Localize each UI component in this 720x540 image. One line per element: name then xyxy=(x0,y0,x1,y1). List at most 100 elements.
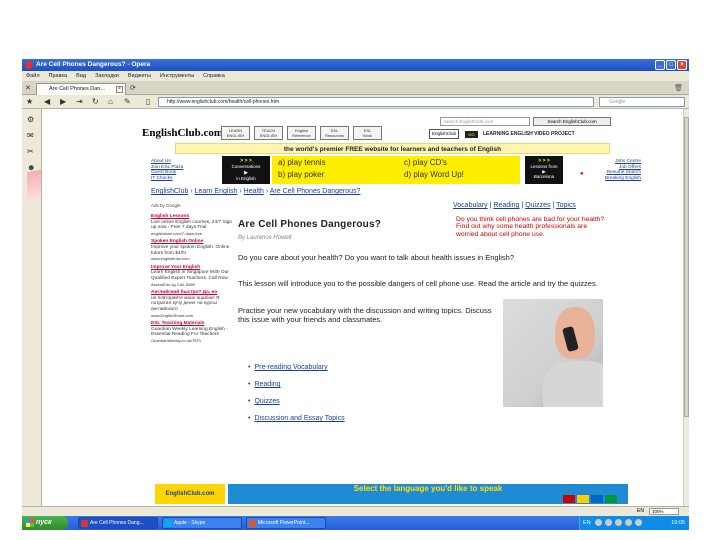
tab-quizzes[interactable]: Quizzes xyxy=(525,202,550,209)
skype-icon xyxy=(165,520,172,527)
forward-icon[interactable]: ▶ xyxy=(60,97,66,106)
menu-item-widgets[interactable]: Виджеты xyxy=(128,71,151,81)
network-icon[interactable] xyxy=(595,519,602,526)
windows-logo-icon xyxy=(26,519,34,527)
edit-icon[interactable]: ✎ xyxy=(124,97,131,106)
google-ad[interactable]: Английский быстро? Да, но не повторяйте … xyxy=(151,290,233,318)
quiz-ad-banner[interactable]: a) play tennis b) play poker c) play CD'… xyxy=(272,156,520,184)
link-breaking-english[interactable]: Breaking English xyxy=(605,176,641,182)
task-label: Microsoft PowerPoint... xyxy=(258,520,310,526)
task-label: Are Cell Phones Dang... xyxy=(90,520,144,526)
article-paragraph-3: Practise your new vocabulary with the di… xyxy=(238,306,492,324)
tab-topics[interactable]: Topics xyxy=(556,202,576,209)
keyboard-language[interactable]: EN xyxy=(583,516,591,530)
tools-panel-icon[interactable]: ✂ xyxy=(27,147,34,156)
nav-esl-work[interactable]: ESL Work xyxy=(353,126,382,140)
reload-icon[interactable]: ↻ xyxy=(92,97,99,106)
star-icon[interactable]: ★ xyxy=(26,97,33,106)
status-language[interactable]: EN xyxy=(637,507,644,516)
ad-url: www.EnglishSmart.com xyxy=(151,312,194,318)
nav-learn-english[interactable]: LEARN ENGLISH xyxy=(221,126,250,140)
tab-separator: | xyxy=(521,202,524,209)
video-project-link[interactable]: LEARNING ENGLISH VIDEO PROJECT xyxy=(483,131,575,137)
link-quizzes[interactable]: Quizzes xyxy=(254,398,279,405)
flag-row xyxy=(563,495,617,503)
close-button[interactable]: × xyxy=(677,60,687,70)
menu-item-view[interactable]: Вид xyxy=(76,71,86,81)
link-resume-search[interactable]: Resume Search xyxy=(605,170,641,176)
tab-active[interactable]: Are Cell Phones Dan... × xyxy=(36,83,126,95)
google-ad[interactable]: English Lessons Live online English cour… xyxy=(151,214,233,236)
tools-icon[interactable]: ✕ xyxy=(25,84,31,92)
vertical-scrollbar[interactable] xyxy=(683,109,689,506)
breadcrumb-health[interactable]: Health xyxy=(244,188,264,195)
menu-item-file[interactable]: Файл xyxy=(26,71,40,81)
ads-label[interactable]: Ads by Google xyxy=(151,203,181,208)
barcelona-ad[interactable]: > > > Lessons from ▶ Barcelona xyxy=(525,156,563,184)
security-icon[interactable] xyxy=(615,519,622,526)
nav-esl-resources[interactable]: ESL Resources xyxy=(320,126,349,140)
site-logo[interactable]: EnglishClub.com xyxy=(142,127,223,139)
link-discussion-topics[interactable]: Discussion and Essay Topics xyxy=(254,415,344,422)
new-tab-icon[interactable]: ⟳ xyxy=(130,84,136,92)
taskbar-item-powerpoint[interactable]: Microsoft PowerPoint... xyxy=(246,517,326,529)
settings-icon[interactable]: ⚙ xyxy=(27,115,34,124)
zoom-select[interactable]: 100% xyxy=(649,508,679,515)
bottom-logo[interactable]: EnglishClub.com xyxy=(155,484,225,504)
photo-head xyxy=(555,307,595,359)
google-ads-column: English Lessons Live online English cour… xyxy=(151,214,233,346)
trash-icon[interactable]: 🗑 xyxy=(674,84,683,92)
start-button[interactable]: пуск xyxy=(22,516,68,530)
ad-body: Live online English courses, 24/7 Sign u… xyxy=(151,219,233,231)
header-links-right: Jobs Centre Job Offers Resume Search Bre… xyxy=(605,159,641,181)
ad-title: Conversations xyxy=(231,164,261,169)
nav-english-reference[interactable]: English Reference xyxy=(287,126,316,140)
bullet-icon: • xyxy=(248,415,251,422)
google-ad[interactable]: Spoken English Online Improve your spoke… xyxy=(151,239,233,261)
tab-reading[interactable]: Reading xyxy=(493,202,519,209)
maximize-button[interactable]: □ xyxy=(666,60,676,70)
scrollbar-thumb[interactable] xyxy=(684,117,689,417)
search-input[interactable]: Google xyxy=(599,97,685,107)
address-bar[interactable]: http://www.englishclub.com/health/cell-p… xyxy=(158,97,594,107)
system-tray: EN 19:05 xyxy=(579,516,689,530)
menu-item-tools[interactable]: Инструменты xyxy=(160,71,194,81)
menu-item-edit[interactable]: Правка xyxy=(49,71,68,81)
menu-item-bookmarks[interactable]: Закладки xyxy=(95,71,119,81)
page-icon: ▯ xyxy=(146,97,151,106)
tab-separator: | xyxy=(489,202,492,209)
ad-option-d: d) play Word Up! xyxy=(404,170,464,179)
video-project-button[interactable]: GO xyxy=(465,131,478,138)
clock[interactable]: 19:05 xyxy=(671,516,685,530)
englishclub-button[interactable]: EnglishClub xyxy=(429,129,459,139)
lesson-links: • Pre-reading Vocabulary • Reading • Quizze… xyxy=(248,359,345,427)
volume-icon[interactable] xyxy=(605,519,612,526)
article-title: Are Cell Phones Dangerous? xyxy=(238,219,382,230)
breadcrumb-englishclub[interactable]: EnglishClub xyxy=(151,188,188,195)
google-ad[interactable]: ESL Teaching Materials Guardian Weekly L… xyxy=(151,321,233,343)
window-titlebar[interactable]: Are Cell Phones Dangerous? - Opera _ □ × xyxy=(22,59,689,71)
mail-icon[interactable]: ✉ xyxy=(27,131,34,140)
site-search-button[interactable]: Search EnglishClub.com xyxy=(533,117,611,126)
nav-teach-english[interactable]: TEACH ENGLISH xyxy=(254,126,283,140)
taskbar-item-opera[interactable]: Are Cell Phones Dang... xyxy=(78,517,158,529)
tab-close-icon[interactable]: × xyxy=(116,86,123,93)
link-it-chocks[interactable]: IT Chocks xyxy=(151,176,183,182)
home-icon[interactable]: ⌂ xyxy=(108,97,113,106)
fast-forward-icon[interactable]: ⇥ xyxy=(76,97,83,106)
skype-tray-icon[interactable] xyxy=(625,519,632,526)
link-pre-reading-vocabulary[interactable]: Pre-reading Vocabulary xyxy=(254,364,327,371)
back-icon[interactable]: ◀ xyxy=(44,97,50,106)
site-search-input[interactable]: Search EnglishClub.com xyxy=(440,117,530,126)
tab-vocabulary[interactable]: Vocabulary xyxy=(453,202,488,209)
google-ad[interactable]: Improve Your English Learn English in Si… xyxy=(151,265,233,287)
taskbar-item-skype[interactable]: Apple - Skype xyxy=(162,517,242,529)
breadcrumb-learn-english[interactable]: Learn English xyxy=(195,188,238,195)
minimize-button[interactable]: _ xyxy=(655,60,665,70)
breadcrumb-separator: › xyxy=(239,188,242,195)
link-reading[interactable]: Reading xyxy=(254,381,280,388)
breadcrumb-current[interactable]: Are Cell Phones Dangerous? xyxy=(270,188,361,195)
conversations-ad[interactable]: > > > Conversations ▶ in English xyxy=(222,156,270,184)
update-icon[interactable] xyxy=(635,519,642,526)
menu-item-help[interactable]: Справка xyxy=(203,71,225,81)
